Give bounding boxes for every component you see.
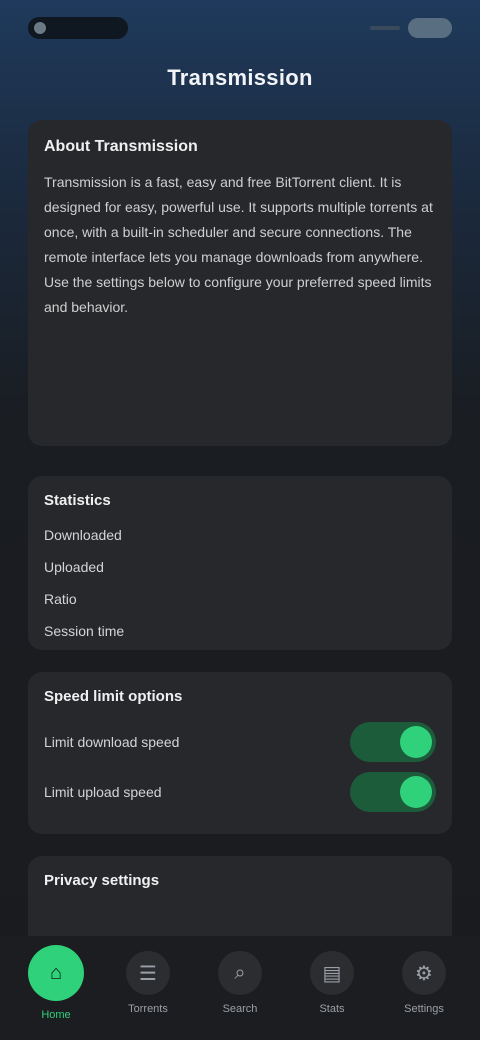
- nav-item-stats[interactable]: ▤ Stats: [297, 951, 367, 1015]
- toggle-knob: [400, 726, 432, 758]
- battery-icon: [408, 18, 452, 38]
- stats-card: Statistics Downloaded Uploaded Ratio Ses…: [28, 476, 452, 650]
- nav-item-torrents[interactable]: ☰ Torrents: [113, 951, 183, 1015]
- upload-limit-label: Limit upload speed: [44, 784, 162, 800]
- speed-limit-title: Speed limit options: [44, 688, 183, 705]
- status-pill: [28, 17, 128, 39]
- stat-label: Uploaded: [44, 559, 104, 575]
- stat-label: Session time: [44, 623, 125, 639]
- list-icon: ☰: [126, 951, 170, 995]
- gear-icon: ⚙: [402, 951, 446, 995]
- bottom-nav: ⌂ Home ☰ Torrents ⌕ Search ▤ Stats ⚙ Set…: [0, 936, 480, 1040]
- speed-limit-card: Speed limit options Limit download speed…: [28, 672, 452, 834]
- download-limit-label: Limit download speed: [44, 734, 180, 750]
- toggle-knob: [400, 776, 432, 808]
- nav-item-settings[interactable]: ⚙ Settings: [389, 951, 459, 1015]
- stat-row: Ratio: [44, 583, 436, 615]
- search-icon: ⌕: [218, 951, 262, 995]
- download-limit-toggle[interactable]: [350, 722, 436, 762]
- speed-limit-row-upload: Limit upload speed: [44, 767, 436, 817]
- stats-title: Statistics: [44, 492, 111, 509]
- chart-icon: ▤: [310, 951, 354, 995]
- nav-label: Stats: [319, 1003, 345, 1015]
- nav-label: Torrents: [128, 1003, 168, 1015]
- about-card: About Transmission Transmission is a fas…: [28, 120, 452, 446]
- about-title: About Transmission: [44, 138, 198, 155]
- upload-limit-toggle[interactable]: [350, 772, 436, 812]
- nav-label: Home: [41, 1009, 71, 1021]
- speed-limit-row-download: Limit download speed: [44, 717, 436, 767]
- stat-row: Uploaded: [44, 551, 436, 583]
- privacy-title: Privacy settings: [44, 872, 160, 889]
- stat-row: Session time: [44, 615, 436, 647]
- nav-label: Settings: [404, 1003, 444, 1015]
- stat-row: Downloaded: [44, 519, 436, 551]
- nav-label: Search: [222, 1003, 258, 1015]
- app-icon: [34, 22, 46, 34]
- status-left: [28, 17, 128, 39]
- about-body: Transmission is a fast, easy and free Bi…: [44, 174, 433, 315]
- stat-label: Downloaded: [44, 527, 122, 543]
- home-icon: ⌂: [28, 945, 84, 1001]
- app-screen: Transmission About Transmission Transmis…: [0, 0, 480, 1040]
- stat-label: Ratio: [44, 591, 77, 607]
- status-right: [370, 18, 452, 38]
- page-title: Transmission: [167, 65, 313, 90]
- status-bar: [0, 0, 480, 56]
- signal-icon: [370, 26, 400, 30]
- nav-item-home[interactable]: ⌂ Home: [21, 945, 91, 1021]
- nav-item-search[interactable]: ⌕ Search: [205, 951, 275, 1015]
